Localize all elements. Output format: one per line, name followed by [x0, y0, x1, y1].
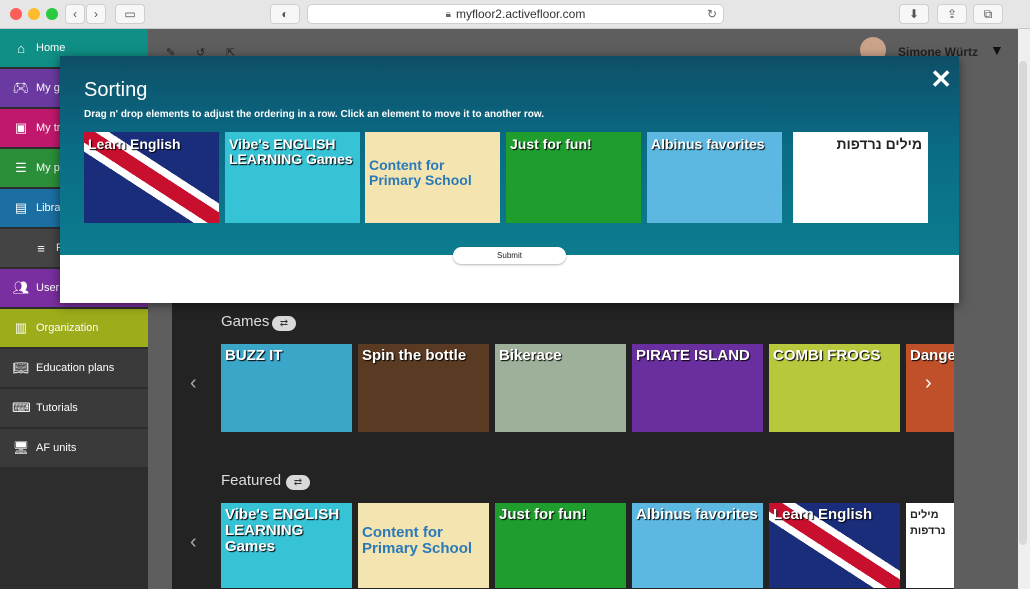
back-button[interactable]: ‹ — [65, 4, 85, 24]
game-tile[interactable]: Content for Primary School — [358, 503, 489, 588]
game-tile[interactable]: PIRATE ISLAND — [632, 344, 763, 432]
sorting-tile-label: Albinus favorites — [651, 136, 765, 152]
game-tile-label: Just for fun! — [499, 506, 587, 523]
maximize-window-button[interactable] — [46, 8, 58, 20]
sorting-tile-label: Content for Primary School — [369, 157, 472, 188]
monitor-icon: 🖥︎ — [12, 440, 30, 455]
sorting-modal: Sorting Drag n' drop elements to adjust … — [60, 56, 959, 303]
game-tile-label: Vibe's ENGLISH LEARNING Games — [225, 506, 340, 555]
sort-toggle-button[interactable]: ⇄ — [286, 475, 310, 490]
chevron-left-icon[interactable]: ‹ — [190, 372, 197, 395]
game-tile-label: מילים נרדפות — [910, 509, 946, 537]
gamepad-icon: 🎮︎ — [12, 80, 30, 95]
book-icon: ▣ — [14, 120, 28, 135]
home-icon: ⌂ — [17, 40, 25, 56]
users-icon: 👥︎ — [12, 280, 30, 295]
section-title: Games — [221, 313, 270, 330]
sidebar-item-label: My p — [36, 162, 60, 174]
scrollbar[interactable] — [1019, 61, 1027, 545]
game-tile-label: Albinus favorites — [636, 506, 758, 523]
modal-title: Sorting — [84, 79, 148, 101]
game-tile[interactable]: COMBI FROGS — [769, 344, 900, 432]
game-tile-label: Bikerace — [499, 347, 562, 364]
reload-icon[interactable]: ↻ — [707, 7, 717, 21]
sorting-tile[interactable]: Learn English — [84, 132, 219, 223]
close-window-button[interactable] — [10, 8, 22, 20]
game-tile-label: Spin the bottle — [362, 347, 467, 364]
privacy-button[interactable]: ◐ — [270, 4, 300, 24]
sorting-tile-label: Learn English — [88, 136, 181, 152]
sidebar-item-label: Tutorials — [36, 402, 78, 414]
sorting-tile[interactable]: Vibe's ENGLISH LEARNING Games — [225, 132, 360, 223]
sorting-tile-label: Vibe's ENGLISH LEARNING Games — [229, 136, 353, 167]
sidebar-item-label: User — [36, 282, 60, 294]
section-title: Featured — [221, 472, 282, 489]
sidebar-item-label: Organization — [36, 322, 99, 334]
game-tile[interactable]: BUZZ IT — [221, 344, 352, 432]
chevron-left-icon: ‹ — [73, 7, 77, 21]
browser-toolbar: ‹ › ▭ ◐ 🔒︎ myfloor2.activefloor.com ↻ ⬇ … — [0, 0, 1030, 29]
submit-button[interactable]: Submit — [453, 247, 566, 264]
caret-down-icon[interactable]: ▼ — [990, 42, 1004, 58]
list-icon: ☰ — [15, 160, 27, 175]
chevron-right-icon[interactable]: › — [925, 372, 932, 395]
lock-icon: 🔒︎ — [445, 8, 451, 20]
sorting-tile[interactable]: Just for fun! — [506, 132, 641, 223]
game-tile[interactable]: Spin the bottle — [358, 344, 489, 432]
minimize-window-button[interactable] — [28, 8, 40, 20]
address-bar[interactable]: 🔒︎ myfloor2.activefloor.com ↻ — [307, 4, 724, 24]
sidebar-item-label: My tr — [36, 122, 61, 134]
downloads-button[interactable]: ⬇ — [899, 4, 929, 24]
sidebar-icon: ▭ — [124, 7, 136, 21]
sidebar-item-11[interactable]: 🖥︎ AF units — [0, 429, 148, 467]
chevron-right-icon[interactable]: › — [925, 531, 932, 554]
modal-instructions: Drag n' drop elements to adjust the orde… — [84, 109, 545, 120]
sorting-tile[interactable]: Content for Primary School — [365, 132, 500, 223]
sorting-tile[interactable]: Albinus favorites — [647, 132, 782, 223]
share-icon: ⇪ — [946, 7, 958, 21]
game-tile[interactable]: Albinus favorites — [632, 503, 763, 588]
window-gutter — [1018, 29, 1030, 589]
game-tile[interactable]: Vibe's ENGLISH LEARNING Games — [221, 503, 352, 588]
chevron-left-icon[interactable]: ‹ — [190, 531, 197, 554]
sorting-tile-label: Just for fun! — [510, 136, 592, 152]
close-icon[interactable]: ✕ — [930, 64, 952, 95]
tabs-button[interactable]: ⧉ — [973, 4, 1003, 24]
game-tile[interactable]: Bikerace — [495, 344, 626, 432]
library-icon: ▤ — [14, 200, 28, 215]
sidebar-item-10[interactable]: ⌨ Tutorials — [0, 389, 148, 427]
sort-toggle-button[interactable]: ⇄ — [272, 316, 296, 331]
game-tile-label: BUZZ IT — [225, 347, 283, 364]
game-tile-label: Content for Primary School — [362, 524, 473, 557]
url-text: myfloor2.activefloor.com — [455, 7, 586, 21]
download-icon: ⬇ — [908, 7, 920, 21]
game-tile-label: Learn English — [773, 506, 873, 523]
sidebar-item-label: My g — [36, 82, 60, 94]
game-tile[interactable]: Just for fun! — [495, 503, 626, 588]
game-tile-label: COMBI FROGS — [773, 347, 881, 364]
shield-icon: ◐ — [281, 7, 289, 21]
tabs-icon: ⧉ — [983, 6, 993, 21]
forward-button[interactable]: › — [86, 4, 106, 24]
sidebar-item-9[interactable]: 📖︎ Education plans — [0, 349, 148, 387]
sidebar-item-label: Libra — [36, 202, 61, 214]
game-tile-label: PIRATE ISLAND — [636, 347, 750, 364]
sidebar-toggle-button[interactable]: ▭ — [115, 4, 145, 24]
share-button[interactable]: ⇪ — [937, 4, 967, 24]
game-tile-label: Danger — [910, 347, 954, 364]
education-icon: 📖︎ — [12, 360, 30, 375]
sorting-tile-label: מילים נרדפות — [836, 136, 922, 152]
tutorials-icon: ⌨ — [12, 400, 31, 415]
sidebar-item-label: Home — [36, 42, 66, 54]
chevron-right-icon: › — [94, 7, 98, 21]
sidebar-item-8[interactable]: ▥ Organization — [0, 309, 148, 347]
organization-icon: ▥ — [14, 320, 28, 335]
game-tile[interactable]: Learn English — [769, 503, 900, 588]
menu-icon: ≡ — [37, 240, 45, 256]
sidebar-item-label: AF units — [36, 442, 77, 454]
sorting-tile[interactable]: מילים נרדפות — [793, 132, 928, 223]
sidebar-item-label: Education plans — [36, 362, 115, 374]
modal-header: Sorting Drag n' drop elements to adjust … — [60, 56, 959, 255]
